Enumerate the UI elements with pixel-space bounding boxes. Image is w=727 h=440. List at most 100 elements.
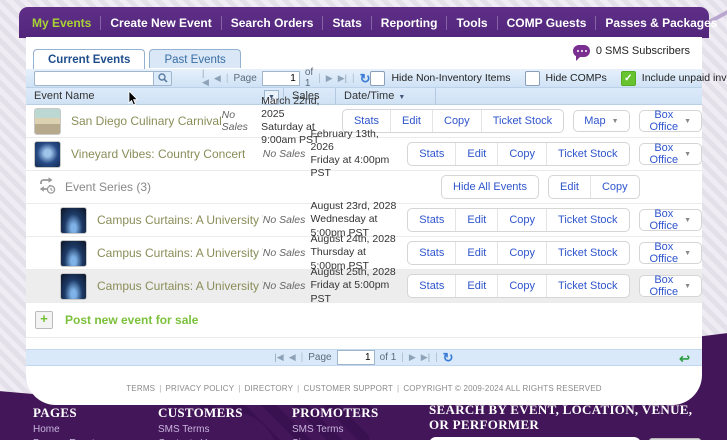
date-time-value: August 25th, 2028 Friday at 5:00pm PST [310,266,396,305]
menu-label: Box Office [649,274,679,298]
pager-first-button[interactable]: |◀ [274,353,283,362]
sms-subscribers[interactable]: 0 SMS Subscribers [572,45,690,61]
event-table-body: San Diego Culinary Carnival No Sales March… [26,95,702,338]
pager-prev-button[interactable]: ◀ [289,353,296,362]
pager-last-button[interactable]: ▶| [421,353,430,362]
nav-item-stats[interactable]: Stats [322,15,370,30]
checkbox[interactable] [524,70,540,86]
ticket-stock-button[interactable]: Ticket Stock [546,209,629,231]
date-time-value: February 13th, 2026 Friday at 4:00pm PST [310,127,390,180]
menu-label: Box Office [649,142,679,166]
copy-button[interactable]: Copy [497,143,546,165]
filter-label: Hide Non-Inventory Items [391,72,511,84]
edit-button[interactable]: Edit [455,275,497,297]
pager-first-button[interactable]: |◀ [202,69,209,87]
series-action-group: Edit Copy [547,175,640,199]
event-thumbnail [60,239,87,267]
box-office-menu-button[interactable]: Box Office ▼ [638,208,702,232]
checkbox[interactable] [370,70,386,86]
nav-item-create-new-event[interactable]: Create New Event [100,15,220,30]
legal-link-customer-support[interactable]: CUSTOMER SUPPORT [303,384,393,393]
mouse-cursor [128,90,139,106]
footer-column-title: PAGES [33,405,77,420]
legal-link-privacy-policy[interactable]: PRIVACY POLICY [166,384,235,393]
event-row: Campus Curtains: A University Theater Pr… [26,233,702,272]
search-icon[interactable] [154,70,172,86]
copy-button[interactable]: Copy [497,242,546,264]
legal-link-directory[interactable]: DIRECTORY [245,384,294,393]
post-new-event-row[interactable]: + Post new event for sale [26,303,702,338]
stats-button[interactable]: Stats [408,275,455,297]
nav-item-comp-guests[interactable]: COMP Guests [496,15,596,30]
box-office-menu-button[interactable]: Box Office ▼ [638,274,702,298]
pager-next-button[interactable]: ▶ [326,73,333,83]
stats-button[interactable]: Stats [408,143,455,165]
sort-caret-icon: ▼ [398,93,406,101]
page-input[interactable] [336,350,375,365]
event-name-link[interactable]: Vineyard Vibes: Country Concert [71,147,245,161]
ticket-stock-button[interactable]: Ticket Stock [546,275,629,297]
stats-button[interactable]: Stats [408,209,455,231]
copy-button[interactable]: Copy [432,110,481,132]
series-label: Event Series (3) [65,180,152,194]
event-thumbnail [60,272,87,300]
column-header-event-name[interactable]: Event Name ▼ [26,87,284,106]
back-arrow-icon[interactable]: ↩ [679,351,690,367]
edit-button[interactable]: Edit [549,176,590,198]
search-input[interactable] [34,70,154,86]
menu-label: Box Office [649,109,679,133]
refresh-icon[interactable]: ↻ [360,72,371,85]
post-new-event-label[interactable]: Post new event for sale [65,313,198,327]
edit-button[interactable]: Edit [455,143,497,165]
page-input[interactable] [261,70,300,86]
menu-label: Box Office [649,208,679,232]
box-office-menu-button[interactable]: Box Office ▼ [638,109,702,133]
footer-link-home[interactable]: Home [33,424,100,435]
ticket-stock-button[interactable]: Ticket Stock [480,110,564,132]
footer-column-customers: CUSTOMERSSMS TermsContacts Us [158,405,243,440]
edit-button[interactable]: Edit [455,242,497,264]
event-name-link[interactable]: Campus Curtains: A University Theater Pr… [97,279,263,293]
edit-button[interactable]: Edit [455,209,497,231]
copy-button[interactable]: Copy [497,209,546,231]
event-row: Campus Curtains: A University Theater Pr… [26,200,702,239]
event-name-link[interactable]: Campus Curtains: A University Theater Pr… [97,246,263,260]
copyright-text: COPYRIGHT © 2009-2024 ALL RIGHTS RESERVE… [403,384,602,393]
table-header: Event Name ▼ Sales Date/Time ▼ [26,87,702,106]
event-name-link[interactable]: San Diego Culinary Carnival [71,114,222,128]
content-card: Current Events Past Events 0 SMS Subscrib… [26,37,727,405]
box-office-menu-button[interactable]: Box Office ▼ [638,142,702,166]
ticket-stock-button[interactable]: Ticket Stock [546,242,629,264]
footer-link-sms-terms[interactable]: SMS Terms [292,424,378,435]
pager-last-button[interactable]: ▶| [338,73,347,83]
series-primary-group: Hide All Events [441,175,539,199]
refresh-icon[interactable]: ↻ [443,351,454,364]
sales-value: No Sales [262,280,306,292]
checkbox[interactable]: ✓ [620,70,636,86]
nav-item-my-events[interactable]: My Events [23,16,100,30]
chevron-down-icon: ▼ [684,216,691,224]
copy-button[interactable]: Copy [497,275,546,297]
tab-past-events[interactable]: Past Events [149,49,241,69]
map-menu-button[interactable]: Map ▼ [573,110,630,132]
event-name-link[interactable]: Campus Curtains: A University Theater Pr… [97,213,263,227]
nav-item-search-orders[interactable]: Search Orders [220,15,323,30]
filter-label: Include unpaid invoices [641,72,727,84]
plus-icon[interactable]: + [35,311,53,329]
pager-divider: | [401,352,404,363]
nav-item-tools[interactable]: Tools [446,15,496,30]
pager-prev-button[interactable]: ◀ [214,73,221,83]
hide-all-events-button[interactable]: Hide All Events [442,176,538,198]
nav-item-passes-packages[interactable]: Passes & Packages [595,15,726,30]
nav-item-reporting[interactable]: Reporting [370,15,447,30]
pager-next-button[interactable]: ▶ [409,353,416,362]
stats-button[interactable]: Stats [408,242,455,264]
column-header-date[interactable]: Date/Time ▼ [336,87,436,105]
box-office-menu-button[interactable]: Box Office ▼ [638,241,702,265]
footer-link-sms-terms[interactable]: SMS Terms [158,424,243,435]
tab-current-events[interactable]: Current Events [33,49,146,69]
sms-subscribers-label: 0 SMS Subscribers [595,45,690,57]
copy-button[interactable]: Copy [589,176,639,198]
ticket-stock-button[interactable]: Ticket Stock [546,143,629,165]
legal-link-terms[interactable]: TERMS [126,384,155,393]
